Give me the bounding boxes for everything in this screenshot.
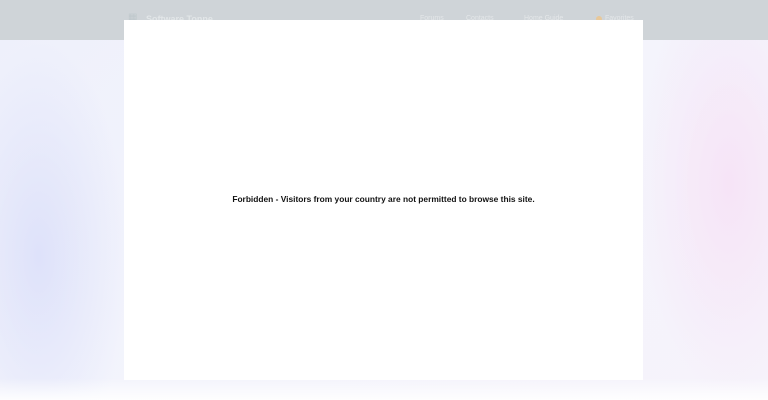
blocked-access-overlay: Forbidden - Visitors from your country a…	[124, 20, 643, 380]
background-glow-left	[0, 40, 130, 400]
background-glow-right	[638, 40, 768, 400]
bottom-shine	[0, 378, 768, 400]
forbidden-message: Forbidden - Visitors from your country a…	[232, 194, 535, 204]
